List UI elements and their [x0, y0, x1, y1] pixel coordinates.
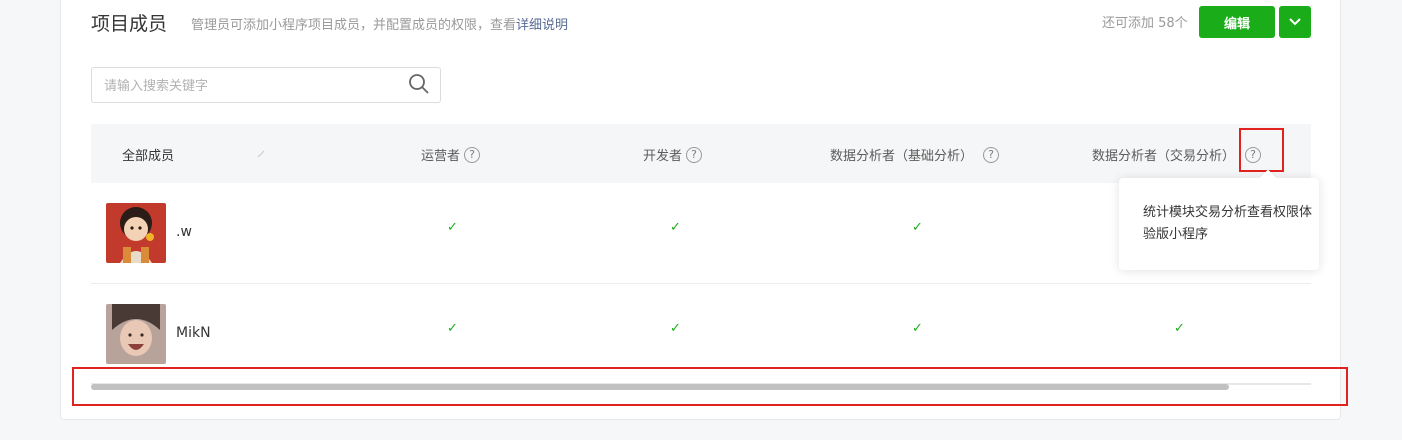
search-input[interactable] [102, 76, 396, 96]
search-box [91, 67, 441, 103]
check-icon: ✓ [670, 321, 681, 336]
description-text: 管理员可添加小程序项目成员，并配置成员的权限，查看 [191, 18, 517, 33]
chevron-down-icon [1289, 18, 1301, 26]
member-name: MikN [176, 325, 211, 341]
check-icon: ✓ [447, 220, 458, 235]
page-title: 项目成员 [91, 13, 168, 35]
column-data-analyst-trade-label: 数据分析者（交易分析） [1092, 149, 1236, 164]
column-data-analyst-trade: 数据分析者（交易分析） ? [1092, 145, 1262, 164]
highlight-box [72, 367, 1348, 406]
avatar [106, 304, 166, 364]
column-operator-label: 运营者 [421, 149, 461, 164]
edit-dropdown-button[interactable] [1279, 6, 1311, 38]
check-icon: ✓ [670, 220, 681, 235]
avatar [106, 203, 166, 263]
check-icon: ✓ [912, 220, 923, 235]
check-icon: ✓ [912, 321, 923, 336]
detail-link[interactable]: 详细说明 [516, 18, 568, 33]
sort-icon[interactable] [257, 150, 265, 158]
column-developer: 开发者 ? [643, 145, 703, 164]
page-description: 管理员可添加小程序项目成员，并配置成员的权限，查看详细说明 [191, 14, 568, 33]
column-developer-label: 开发者 [643, 149, 683, 164]
check-icon: ✓ [1174, 321, 1185, 336]
help-icon[interactable]: ? [464, 146, 481, 163]
member-name: .w [176, 224, 192, 240]
check-icon: ✓ [447, 321, 458, 336]
column-data-analyst-basic: 数据分析者（基础分析） ? [830, 145, 1000, 164]
tooltip-text: 统计模块交易分析查看权限体验版小程序 [1143, 205, 1313, 242]
column-all-members[interactable]: 全部成员 [122, 145, 174, 164]
column-data-analyst-basic-label: 数据分析者（基础分析） [830, 149, 974, 164]
help-icon[interactable]: ? [983, 146, 1000, 163]
column-all-members-label: 全部成员 [122, 149, 175, 164]
help-icon[interactable]: ? [686, 146, 703, 163]
member-quota: 还可添加 58个 [1102, 16, 1188, 31]
tooltip: 统计模块交易分析查看权限体验版小程序 [1119, 169, 1319, 270]
row-divider [91, 283, 1311, 284]
search-icon[interactable] [408, 73, 430, 95]
edit-button[interactable]: 编辑 [1199, 6, 1275, 38]
highlight-box [1239, 128, 1284, 172]
column-operator: 运营者 ? [421, 145, 481, 164]
